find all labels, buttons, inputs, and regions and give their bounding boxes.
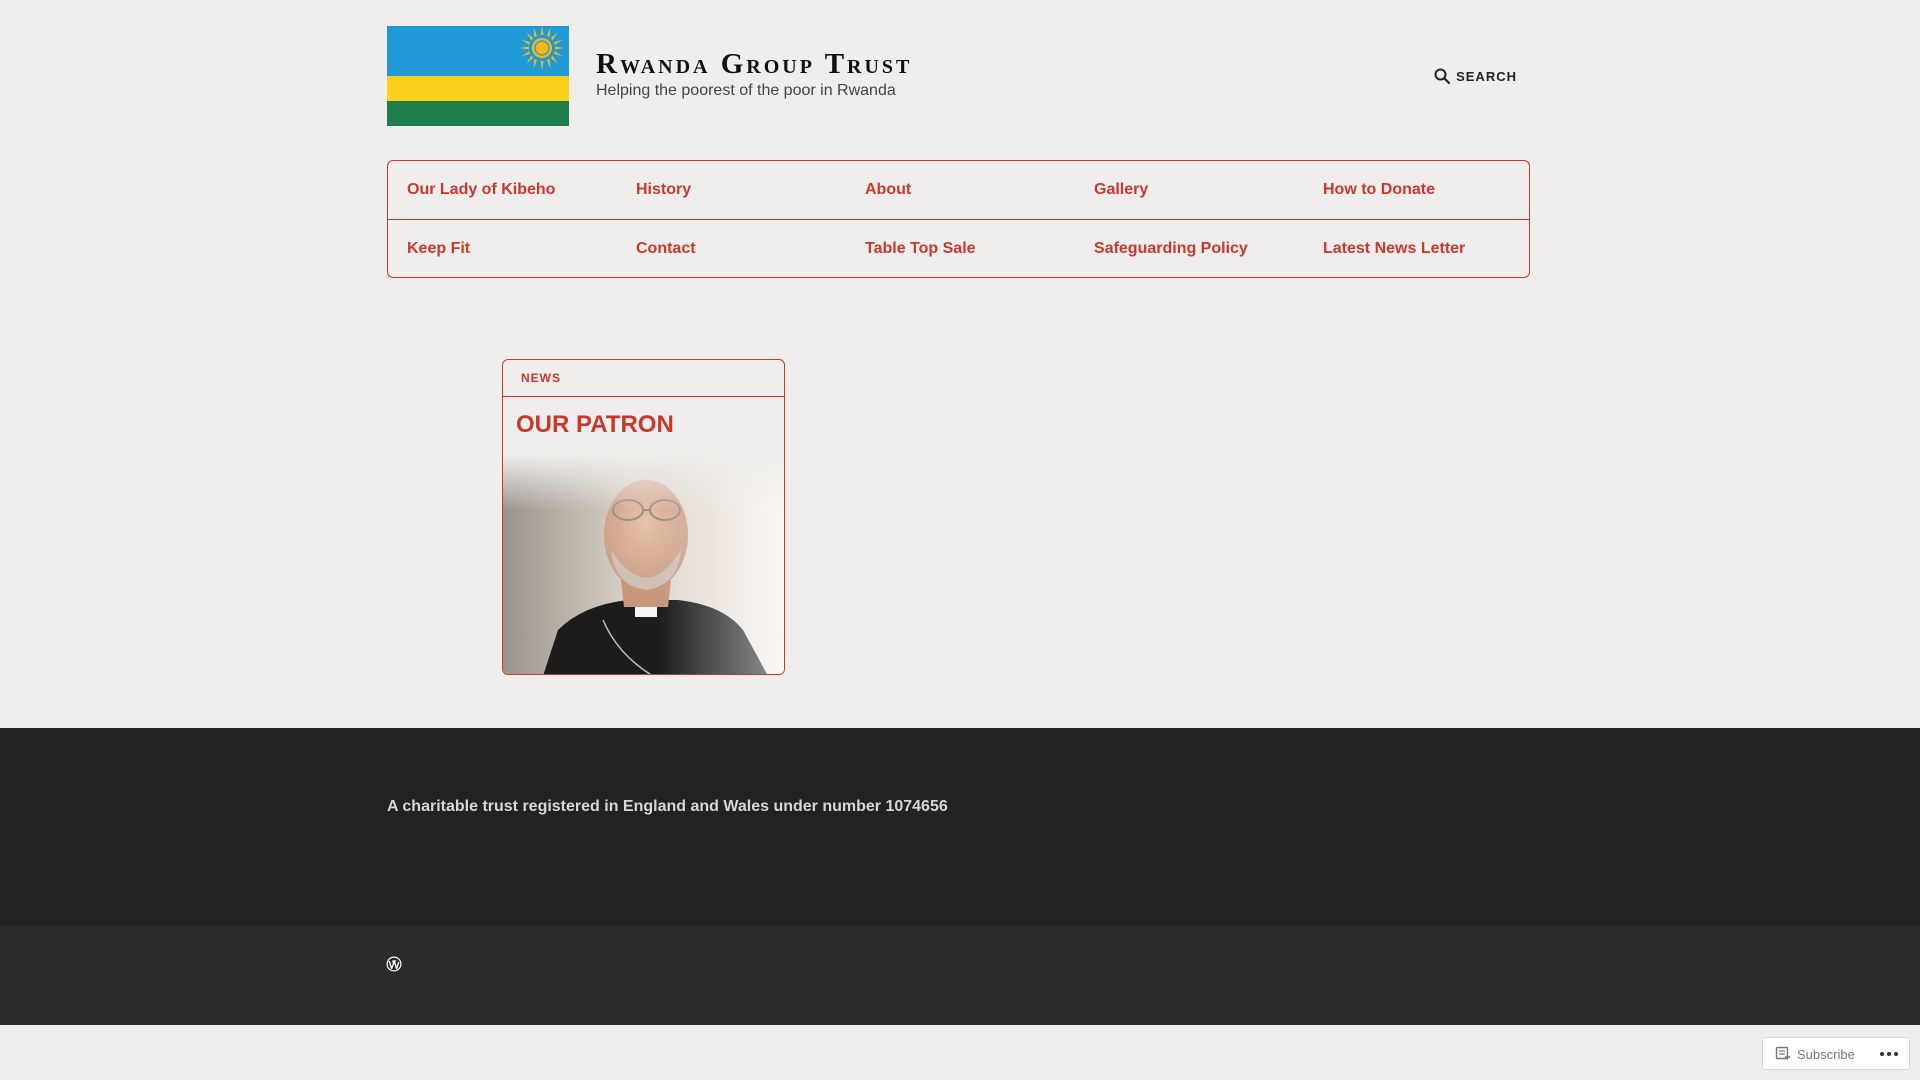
subscribe-bar: Subscribe: [1762, 1037, 1910, 1070]
search-label: SEARCH: [1456, 68, 1517, 84]
nav-row: Keep Fit Contact Table Top Sale Safeguar…: [388, 220, 1529, 278]
search-icon: [1434, 68, 1451, 84]
post-category-link[interactable]: NEWS: [521, 371, 561, 385]
portrait-image: [503, 455, 784, 674]
subscribe-label: Subscribe: [1797, 1046, 1855, 1062]
page: Rwanda Group Trust Helping the poorest o…: [0, 0, 1920, 1080]
portrait-photo[interactable]: [503, 455, 784, 674]
wordpress-icon[interactable]: [386, 956, 402, 972]
charity-registration-text: A charitable trust registered in England…: [387, 798, 948, 815]
rwanda-flag-logo[interactable]: [387, 26, 569, 126]
main-navigation: Our Lady of Kibeho History About Gallery…: [387, 160, 1530, 278]
flag-green-stripe: [387, 101, 569, 126]
reader-icon: [1775, 1046, 1790, 1060]
nav-item-our-lady-of-kibeho[interactable]: Our Lady of Kibeho: [407, 161, 555, 219]
nav-item-contact[interactable]: Contact: [636, 220, 696, 278]
nav-item-safeguarding-policy[interactable]: Safeguarding Policy: [1094, 220, 1248, 278]
post-category-bar: NEWS: [503, 360, 784, 397]
site-footer: A charitable trust registered in England…: [0, 728, 1920, 926]
nav-row: Our Lady of Kibeho History About Gallery…: [388, 161, 1529, 220]
subscribe-button[interactable]: Subscribe: [1775, 1046, 1855, 1062]
site-title[interactable]: Rwanda Group Trust: [596, 48, 912, 81]
nav-item-gallery[interactable]: Gallery: [1094, 161, 1148, 219]
site-tagline: Helping the poorest of the poor in Rwand…: [596, 82, 896, 99]
nav-item-history[interactable]: History: [636, 161, 691, 219]
ellipsis-icon: [1880, 1052, 1898, 1056]
nav-item-about[interactable]: About: [865, 161, 911, 219]
nav-item-latest-news-letter[interactable]: Latest News Letter: [1323, 220, 1465, 278]
nav-item-table-top-sale[interactable]: Table Top Sale: [865, 220, 976, 278]
flag-yellow-stripe: [387, 76, 569, 101]
more-options-button[interactable]: [1879, 1046, 1899, 1062]
sun-icon: [520, 26, 564, 70]
post-card[interactable]: NEWS OUR PATRON: [502, 359, 785, 675]
footer-credits: [0, 926, 1920, 1025]
post-title[interactable]: OUR PATRON: [516, 411, 674, 439]
search-button[interactable]: SEARCH: [1434, 68, 1517, 84]
nav-item-keep-fit[interactable]: Keep Fit: [407, 220, 470, 278]
site-header: Rwanda Group Trust Helping the poorest o…: [387, 26, 1532, 126]
nav-item-how-to-donate[interactable]: How to Donate: [1323, 161, 1435, 219]
